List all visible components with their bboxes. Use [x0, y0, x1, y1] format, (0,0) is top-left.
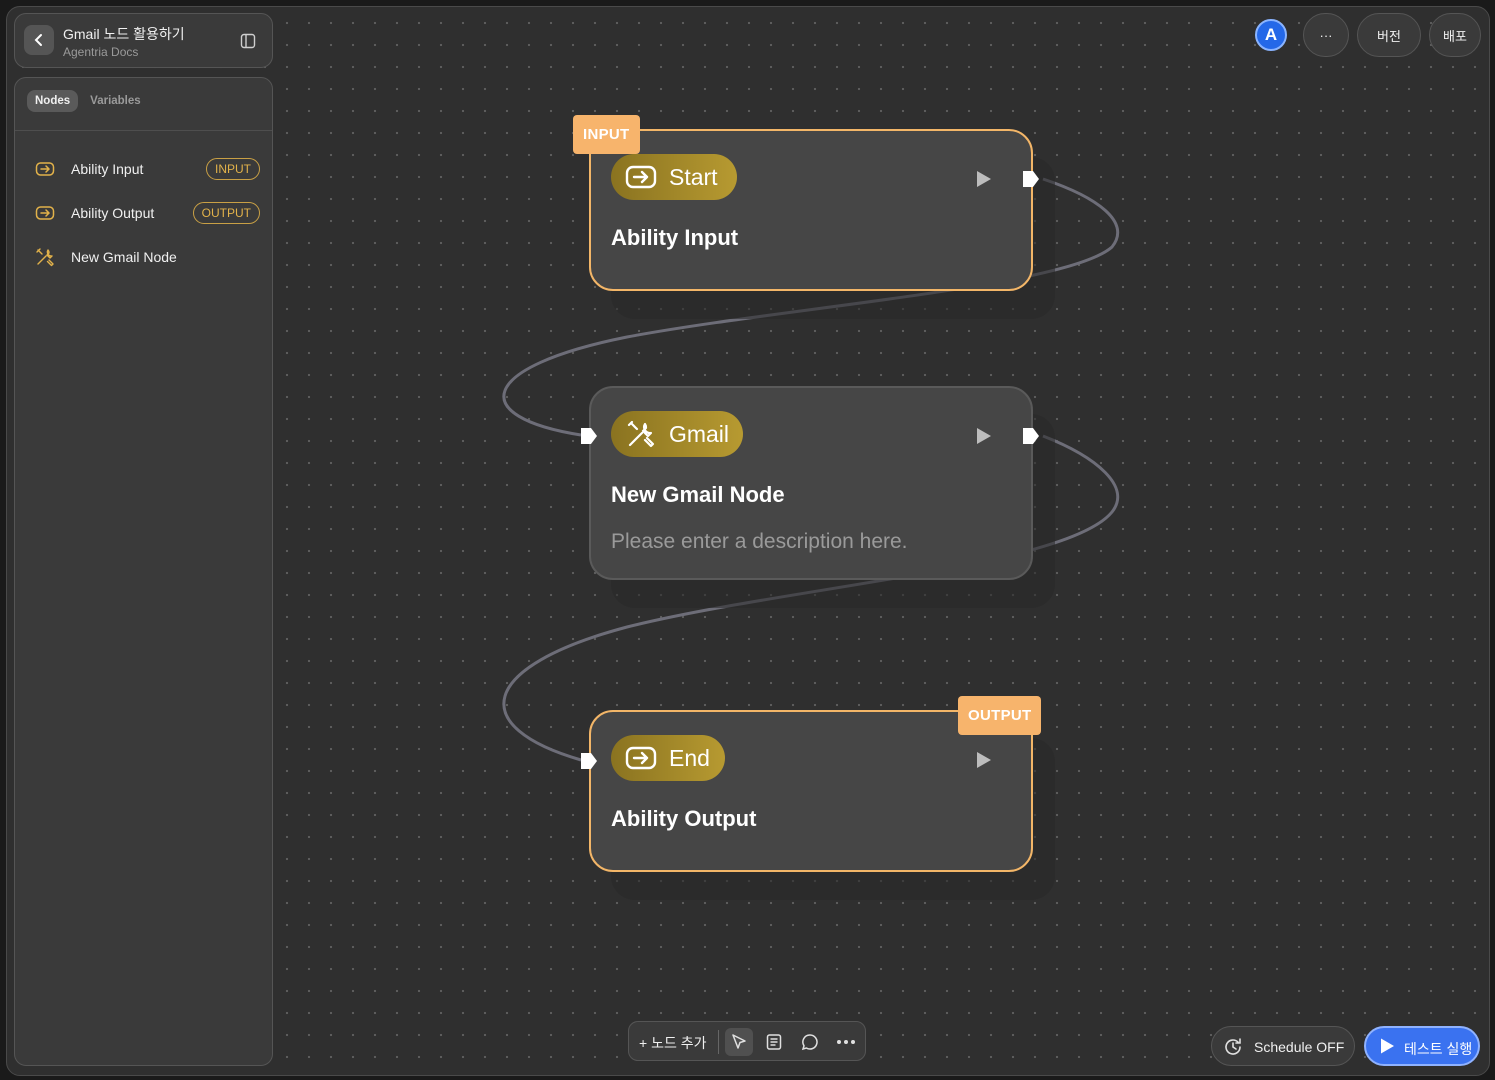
panel-tabs: Nodes Variables: [27, 90, 149, 112]
schedule-refresh-icon: [1225, 1038, 1241, 1055]
schedule-label: Schedule OFF: [1254, 1039, 1345, 1055]
nodes-panel: Nodes Variables Ability Input INPUT Abil…: [14, 77, 273, 1066]
document-subtitle: Agentria Docs: [63, 45, 139, 59]
play-icon: [1381, 1038, 1394, 1054]
input-arrow-icon: [625, 746, 657, 770]
input-badge: INPUT: [206, 158, 260, 180]
avatar[interactable]: A: [1255, 19, 1287, 51]
start-pill: Start: [611, 154, 737, 200]
output-badge: OUTPUT: [192, 202, 260, 224]
pointer-tool-button[interactable]: [725, 1028, 753, 1056]
end-pill-label: End: [669, 744, 710, 771]
panel-item-label: New Gmail Node: [71, 249, 177, 265]
gmail-node[interactable]: Gmail New Gmail Node Please enter a desc…: [589, 386, 1033, 580]
gmail-node-description[interactable]: Please enter a description here.: [611, 530, 908, 554]
test-run-label: 테스트 실행: [1404, 1041, 1473, 1057]
output-tag: OUTPUT: [958, 696, 1042, 735]
tab-variables[interactable]: Variables: [82, 90, 149, 112]
start-pill-label: Start: [669, 163, 718, 190]
cursor-icon: [732, 1034, 746, 1049]
tools-icon: [36, 248, 54, 267]
start-node[interactable]: Start Ability Input: [589, 129, 1033, 291]
play-icon[interactable]: [973, 750, 993, 770]
input-arrow-icon: [35, 162, 55, 176]
panel-item-ability-output[interactable]: Ability Output OUTPUT: [15, 198, 272, 228]
play-icon[interactable]: [973, 426, 993, 446]
input-tag: INPUT: [573, 115, 640, 154]
sidebar-toggle-icon[interactable]: [240, 33, 256, 49]
deploy-button[interactable]: 배포: [1429, 13, 1481, 57]
gmail-pill: Gmail: [611, 411, 743, 457]
end-input-port[interactable]: [579, 751, 599, 771]
start-output-port[interactable]: [1021, 169, 1041, 189]
canvas-toolbar: + 노드 추가: [628, 1021, 866, 1061]
panel-item-new-gmail-node[interactable]: New Gmail Node: [15, 242, 272, 272]
panel-item-label: Ability Input: [71, 161, 144, 177]
divider: [15, 130, 272, 131]
add-node-button[interactable]: + 노드 추가: [639, 1033, 706, 1053]
test-run-button[interactable]: 테스트 실행: [1364, 1026, 1480, 1066]
tools-icon: [627, 420, 655, 448]
document-icon: [766, 1034, 782, 1050]
input-arrow-icon: [35, 206, 55, 220]
gmail-input-port[interactable]: [579, 426, 599, 446]
schedule-toggle-button[interactable]: Schedule OFF: [1211, 1026, 1355, 1066]
start-node-title: Ability Input: [611, 225, 739, 250]
panel-item-label: Ability Output: [71, 205, 155, 221]
gmail-pill-label: Gmail: [668, 420, 729, 447]
ellipsis-icon: [837, 1040, 855, 1044]
chevron-left-icon: [34, 34, 42, 46]
gmail-node-title: New Gmail Node: [611, 482, 785, 507]
document-title: Gmail 노드 활용하기: [63, 26, 185, 42]
version-button[interactable]: 버전: [1357, 13, 1421, 57]
back-button[interactable]: [24, 25, 54, 55]
end-pill: End: [611, 735, 725, 781]
speech-bubble-icon: [801, 1034, 818, 1051]
panel-item-ability-input[interactable]: Ability Input INPUT: [15, 154, 272, 184]
end-node-title: Ability Output: [611, 806, 757, 831]
input-arrow-icon: [625, 165, 657, 189]
more-tools-button[interactable]: [834, 1030, 858, 1054]
more-options-button[interactable]: ···: [1303, 13, 1349, 57]
note-tool-button[interactable]: [762, 1030, 786, 1054]
document-header: Gmail 노드 활용하기 Agentria Docs: [14, 13, 273, 68]
tab-nodes[interactable]: Nodes: [27, 90, 79, 112]
play-icon[interactable]: [973, 169, 993, 189]
divider: [718, 1030, 719, 1054]
comment-tool-button[interactable]: [798, 1030, 822, 1054]
gmail-output-port[interactable]: [1021, 426, 1041, 446]
